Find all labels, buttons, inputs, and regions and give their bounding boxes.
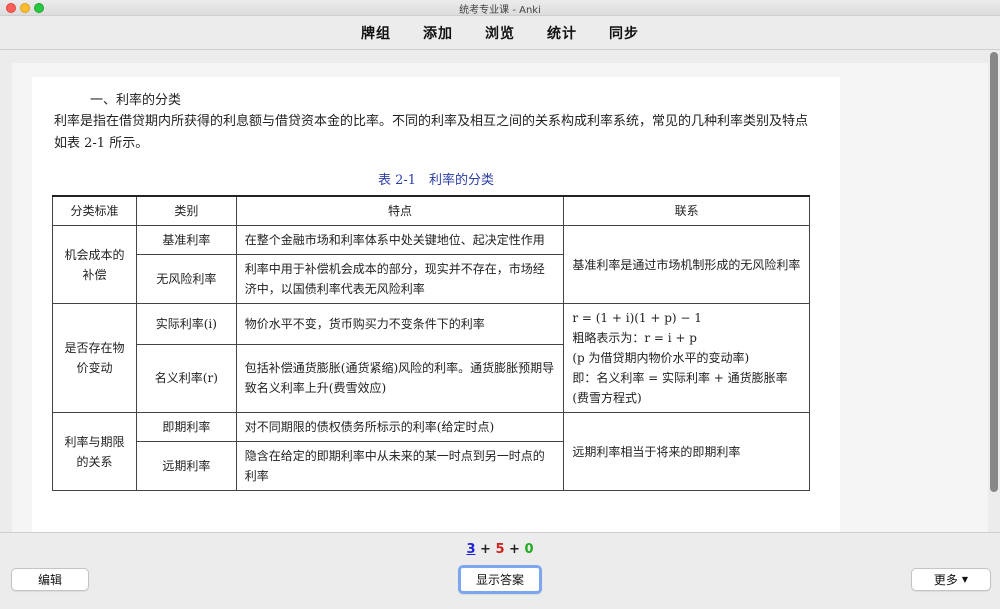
nav-stats[interactable]: 统计	[547, 23, 577, 43]
feature-cell: 利率中用于补偿机会成本的部分，现实并不存在，市场经济中，以国债利率代表无风险利率	[235, 254, 565, 304]
link-cell: r = (1 + i)(1 + p) − 1 粗略表示为：r = i + p (…	[563, 303, 810, 413]
category-cell: 基准利率	[135, 225, 237, 255]
category-cell: 名义利率(r)	[135, 343, 237, 414]
due-counts: 3 + 5 + 0	[0, 542, 1000, 557]
card-heading: 一、利率的分类	[90, 93, 182, 108]
feature-cell: 隐含在给定的即期利率中从未来的某一时点到另一时点的利率	[235, 441, 565, 491]
formula-line: r = (1 + i)(1 + p) − 1	[572, 311, 702, 325]
nav-browse[interactable]: 浏览	[485, 23, 515, 43]
vertical-scrollbar[interactable]	[990, 52, 998, 492]
card-paragraph: 利率是指在借贷期内所获得的利息额与借贷资本金的比率。不同的利率及相互之间的关系构…	[54, 114, 809, 151]
top-navigation: 牌组 添加 浏览 统计 同步	[0, 17, 1000, 50]
header-feature: 特点	[235, 195, 565, 226]
table-row: 利率与期限的关系 即期利率 对不同期限的债权债务所标示的利率(给定时点) 远期利…	[52, 412, 810, 491]
card-question-image: 一、利率的分类 利率是指在借贷期内所获得的利息额与借贷资本金的比率。不同的利率及…	[32, 77, 840, 532]
nav-decks[interactable]: 牌组	[361, 23, 391, 43]
table-caption: 表 2-1 利率的分类	[377, 173, 495, 188]
header-criterion: 分类标准	[52, 195, 137, 226]
feature-cell: 物价水平不变，货币购买力不变条件下的利率	[235, 303, 565, 345]
header-link: 联系	[563, 195, 810, 226]
new-count[interactable]: 3	[466, 542, 475, 557]
feature-cell: 对不同期限的债权债务所标示的利率(给定时点)	[235, 412, 565, 442]
plus-separator: +	[509, 542, 520, 557]
feature-cell: 包括补偿通货膨胀(通货紧缩)风险的利率。通货膨胀预期导致名义利率上升(费雪效应)	[235, 343, 565, 414]
category-cell: 无风险利率	[135, 254, 237, 304]
edit-button[interactable]: 编辑	[11, 568, 89, 591]
card-content-area[interactable]: 一、利率的分类 利率是指在借贷期内所获得的利息额与借贷资本金的比率。不同的利率及…	[12, 63, 988, 532]
learning-count: 5	[495, 542, 505, 557]
criterion-cell: 是否存在物价变动	[52, 303, 137, 413]
review-count: 0	[524, 542, 534, 557]
chevron-down-icon: ▼	[961, 575, 969, 584]
nav-add[interactable]: 添加	[423, 23, 453, 43]
table-row: 是否存在物价变动 实际利率(i) 物价水平不变，货币购买力不变条件下的利率 r …	[52, 303, 810, 413]
link-cell: 基准利率是通过市场机制形成的无风险利率	[563, 225, 810, 304]
bottom-bar: 3 + 5 + 0 编辑 显示答案 更多 ▼	[0, 532, 1000, 609]
formula-line: (p 为借贷期内物价水平的变动率)	[572, 351, 750, 365]
more-button[interactable]: 更多 ▼	[911, 568, 991, 591]
criterion-cell: 机会成本的补偿	[52, 225, 137, 304]
header-category: 类别	[135, 195, 237, 226]
nav-sync[interactable]: 同步	[609, 23, 639, 43]
table-header-row: 分类标准 类别 特点 联系	[52, 195, 810, 226]
link-cell: 远期利率相当于将来的即期利率	[563, 412, 810, 491]
criterion-cell: 利率与期限的关系	[52, 412, 137, 491]
title-bar: 统考专业课 - Anki	[0, 0, 1000, 16]
plus-separator: +	[480, 542, 491, 557]
category-cell: 实际利率(i)	[135, 303, 237, 345]
interest-rate-table: 分类标准 类别 特点 联系 机会成本的补偿 基准利率 在整个金融市场和利率体系中…	[52, 195, 810, 491]
feature-cell: 在整个金融市场和利率体系中处关键地位、起决定性作用	[235, 225, 565, 255]
category-cell: 远期利率	[135, 441, 237, 491]
formula-line: 粗略表示为：r = i + p	[572, 331, 697, 345]
show-answer-button[interactable]: 显示答案	[458, 565, 542, 594]
table-row: 机会成本的补偿 基准利率 在整个金融市场和利率体系中处关键地位、起决定性作用 基…	[52, 225, 810, 304]
more-button-label: 更多	[933, 573, 958, 587]
window-title: 统考专业课 - Anki	[459, 5, 541, 16]
category-cell: 即期利率	[135, 412, 237, 442]
formula-line: 即：名义利率 = 实际利率 + 通货膨胀率(费雪方程式)	[572, 371, 788, 405]
